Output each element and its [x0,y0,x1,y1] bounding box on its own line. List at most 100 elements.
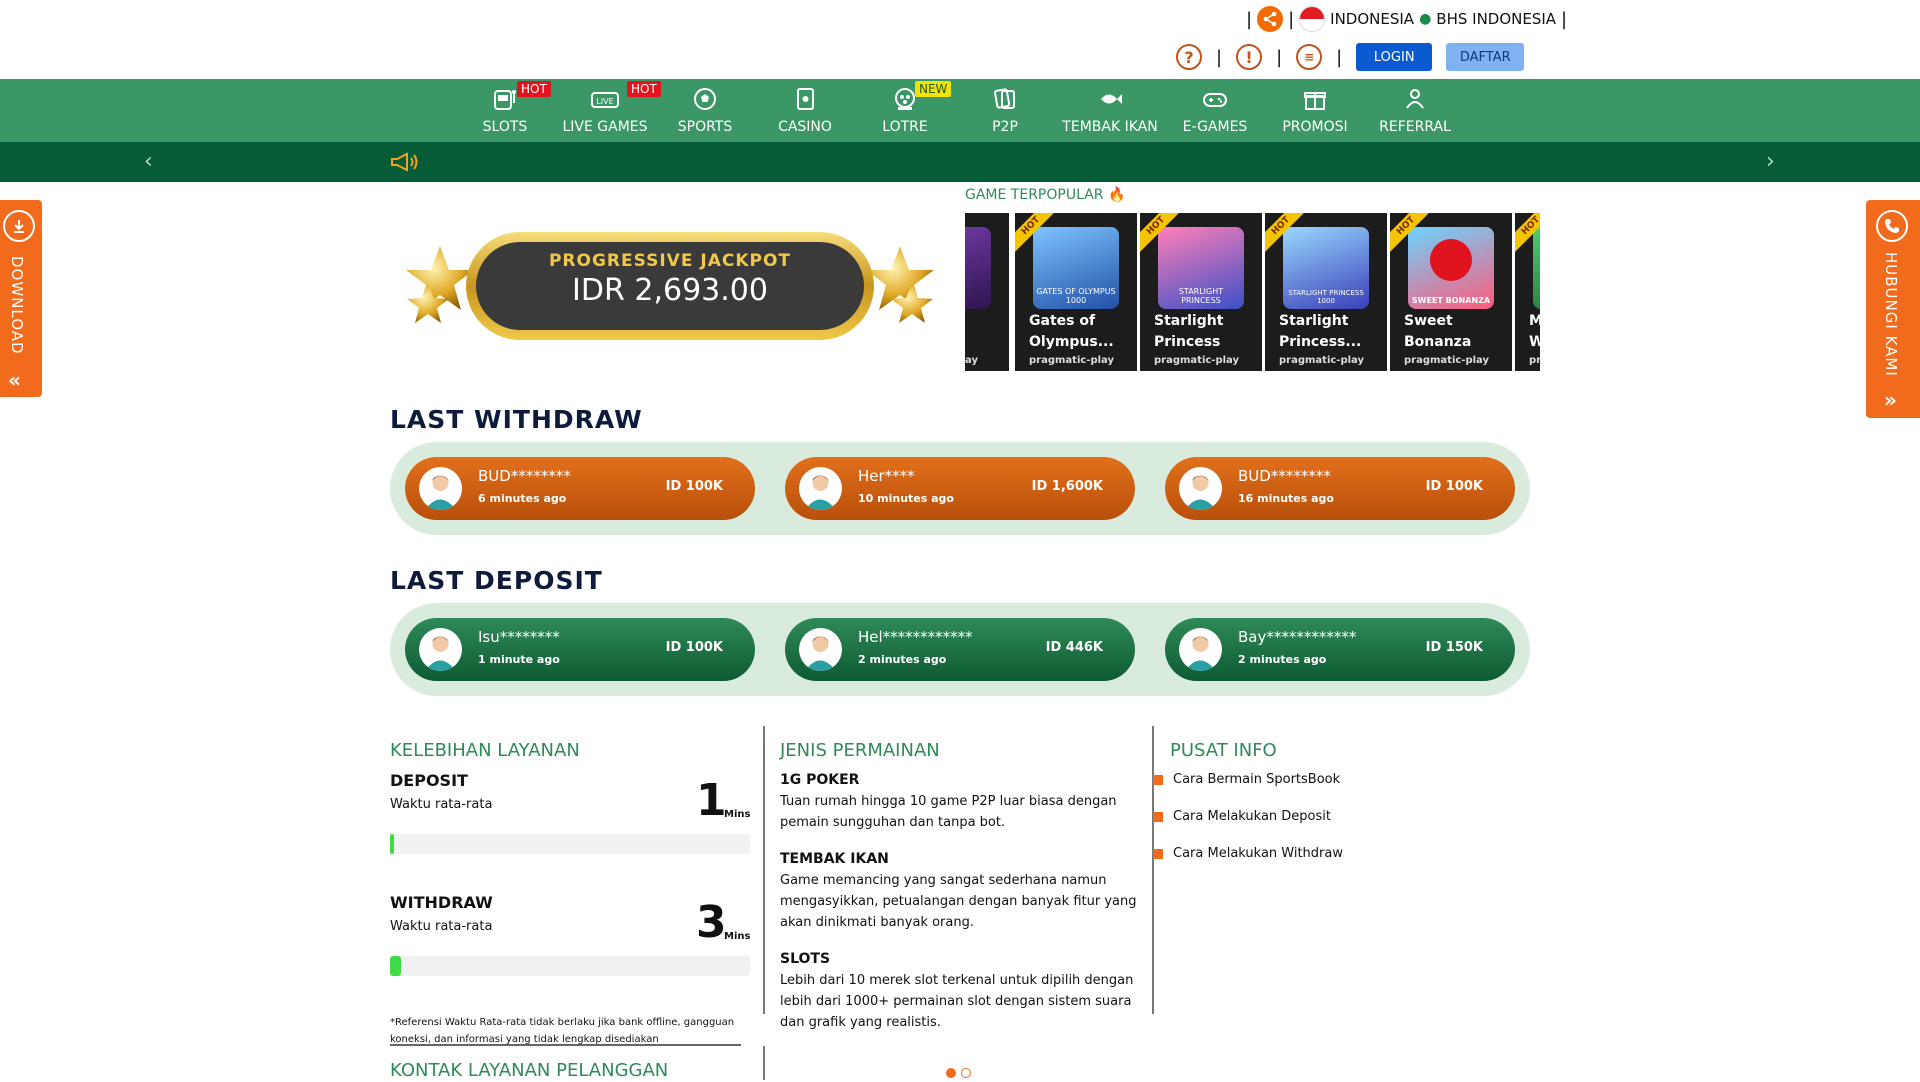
game-thumbnail: SWEET BONANZA [1408,227,1494,309]
avatar [799,628,842,671]
game-name: MW [1529,313,1540,350]
new-badge: NEW [915,81,952,97]
withdraw-stat-value: 3 [696,897,727,948]
nav-item-tembak-ikan[interactable]: TEMBAK IKAN [1060,79,1160,142]
game-card[interactable]: STARLIGHT PRINCESS 1000 HOT Starlight Pri… [1265,213,1387,371]
thumb-title: STARLIGHT PRINCESS 1000 [1288,289,1364,305]
nav-label: E-GAMES [1182,119,1248,135]
phone-icon [1876,210,1908,242]
game-card-partial[interactable]: HOT MW pr [1515,213,1540,371]
games-info-title: JENIS PERMAINAN [780,740,940,761]
share-icon[interactable] [1257,6,1284,32]
nav-item-live-games[interactable]: LIVE HOT LIVE GAMES [555,79,661,142]
divider: | [1276,46,1283,68]
game-name: Starlight Princess... [1279,313,1362,350]
game-type-name: 1G POKER [780,772,860,788]
game-name: Gates of Olympus... [1029,313,1114,350]
double-chevron-left-icon: « [8,368,21,392]
game-card[interactable]: STARLIGHT PRINCESS HOT Starlight Princess… [1140,213,1262,371]
alert-icon[interactable]: ! [1236,44,1263,70]
game-thumbnail [965,227,991,309]
game-provider: pragmatic-play [1279,355,1364,366]
game-provider: pragmatic-play [1029,355,1114,366]
game-type-desc: Lebih dari 10 merek slot terkenal untuk … [780,973,1134,1030]
nav-item-lotre[interactable]: NEW LOTRE [855,79,955,142]
nav-label: SLOTS [482,119,528,135]
game-type-desc: Game memancing yang sangat sederhana nam… [780,873,1137,930]
carousel-dot-active[interactable] [946,1068,956,1078]
deposit-stat-unit: Mins [724,809,751,820]
user-name: Her**** [858,467,915,485]
info-link-withdraw[interactable]: Cara Melakukan Withdraw [1153,846,1343,861]
user-name: Bay************ [1238,628,1357,646]
download-side-tab[interactable]: DOWNLOAD « [0,200,42,397]
info-center-title: PUSAT INFO [1170,740,1277,761]
nav-item-referral[interactable]: REFERRAL [1365,79,1465,142]
game-card[interactable]: GATES OF OLYMPUS 1000 HOT Gates of Olympu… [1015,213,1137,371]
game-thumbnail: GATES OF OLYMPUS 1000 [1033,227,1119,309]
game-thumbnail: STARLIGHT PRINCESS [1158,227,1244,309]
nav-item-p2p[interactable]: P2P [955,79,1055,142]
progress-fill [390,834,395,854]
slot-machine-icon [494,90,516,110]
game-type-name: TEMBAK IKAN [780,851,889,867]
deposit-list: Isu******** 1 minute ago ID 100K Hel****… [390,603,1530,696]
chat-icon[interactable]: ≡ [1296,44,1323,70]
download-label: DOWNLOAD [8,256,26,355]
thumb-title: STARLIGHT PRINCESS [1178,287,1224,305]
login-button[interactable]: LOGIN [1356,43,1433,71]
nav-item-casino[interactable]: CASINO [755,79,855,142]
top-bar: | | INDONESIA ● BHS INDONESIA | ? | ! | … [0,0,1920,79]
amount: ID 100K [1425,479,1483,494]
carousel-dot[interactable] [961,1068,971,1078]
game-thumbnail: STARLIGHT PRINCESS 1000 [1283,227,1369,309]
game-type-desc: Tuan rumah hingga 10 game P2P luar biasa… [780,794,1117,830]
nav-label: TEMBAK IKAN [1062,119,1158,135]
info-link-deposit[interactable]: Cara Melakukan Deposit [1153,809,1331,824]
withdraw-stat-label: WITHDRAW [390,893,493,912]
language-row: | | INDONESIA ● BHS INDONESIA | [1246,6,1567,32]
column-divider [763,726,765,1014]
amount: ID 150K [1425,640,1483,655]
language-label[interactable]: INDONESIA [1330,10,1414,28]
last-withdraw-title: LAST WITHDRAW [390,405,643,434]
thumb-title: GATES OF OLYMPUS 1000 [1036,287,1116,305]
help-icon[interactable]: ? [1176,44,1202,70]
nav-label: CASINO [778,119,832,135]
info-link-sportsbook[interactable]: Cara Bermain SportsBook [1152,772,1340,787]
megaphone-icon [391,152,418,172]
deposit-item: Hel************ 2 minutes ago ID 446K [785,618,1135,681]
nav-item-slots[interactable]: HOT SLOTS [455,79,555,142]
register-button[interactable]: DAFTAR [1446,43,1525,71]
amount: ID 100K [665,640,723,655]
gamepad-icon [1203,93,1227,107]
nav-item-promosi[interactable]: PROMOSI [1265,79,1365,142]
amount: ID 446K [1045,640,1103,655]
withdraw-list: BUD******** 6 minutes ago ID 100K Her***… [390,442,1530,535]
thumb-title: SWEET BONANZA [1411,296,1491,305]
referral-icon [1406,89,1424,109]
jackpot-amount: IDR 2,693.00 [572,273,768,308]
game-card-partial[interactable]: ay [965,213,1009,371]
chevron-right-icon[interactable]: › [1766,142,1775,182]
avatar [419,467,462,510]
apple-graphic [1430,239,1472,281]
withdraw-stat-sub: Waktu rata-rata [390,919,493,934]
game-card[interactable]: SWEET BONANZA HOT Sweet Bonanza pragmatic… [1390,213,1512,371]
double-chevron-right-icon: » [1884,388,1897,412]
nav-item-sports[interactable]: SPORTS [655,79,755,142]
amount: ID 100K [665,479,723,494]
contact-title[interactable]: KONTAK LAYANAN PELANGGAN [390,1060,668,1081]
nav-label: PROMOSI [1282,119,1348,135]
gift-icon [1304,92,1326,110]
casino-card-icon [797,88,814,110]
deposit-stat-value: 1 [696,775,727,826]
nav-label: SPORTS [677,119,733,135]
language-sub-label[interactable]: BHS INDONESIA [1436,10,1556,28]
popular-games-title: GAME TERPOPULAR 🔥 [965,187,1125,203]
contact-side-tab[interactable]: HUBUNGI KAMI » [1866,200,1920,418]
chevron-left-icon[interactable]: ‹ [144,142,153,182]
time-ago: 16 minutes ago [1238,492,1334,505]
indonesia-flag-icon[interactable] [1299,6,1326,32]
nav-item-e-games[interactable]: E-GAMES [1165,79,1265,142]
